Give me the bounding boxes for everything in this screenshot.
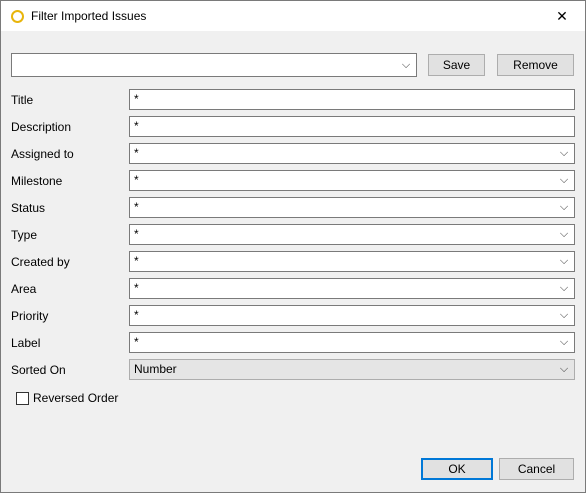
- filter-preset-select[interactable]: ⌵: [11, 53, 417, 77]
- remove-button[interactable]: Remove: [497, 54, 574, 76]
- created-by-value: *: [134, 254, 139, 268]
- area-value: *: [134, 281, 139, 295]
- title-value: *: [134, 92, 139, 106]
- reversed-order-label[interactable]: Reversed Order: [33, 391, 118, 405]
- chevron-down-icon: ⌵: [559, 228, 569, 240]
- cancel-button[interactable]: Cancel: [499, 458, 574, 480]
- area-select[interactable]: * ⌵: [129, 278, 575, 299]
- ok-button[interactable]: OK: [421, 458, 493, 480]
- type-label: Type: [11, 228, 38, 242]
- milestone-value: *: [134, 173, 139, 187]
- label-select[interactable]: * ⌵: [129, 332, 575, 353]
- window-title: Filter Imported Issues: [31, 9, 147, 23]
- chevron-down-icon: ⌵: [559, 255, 569, 267]
- created-by-label: Created by: [11, 255, 70, 269]
- save-button[interactable]: Save: [428, 54, 485, 76]
- app-ring-icon: [11, 10, 24, 23]
- filter-dialog: Filter Imported Issues ✕ ⌵ Save Remove T…: [0, 0, 586, 493]
- area-label: Area: [11, 282, 37, 296]
- chevron-down-icon: ⌵: [559, 174, 569, 186]
- close-icon[interactable]: ✕: [539, 1, 585, 31]
- chevron-down-icon: ⌵: [559, 201, 569, 213]
- status-select[interactable]: * ⌵: [129, 197, 575, 218]
- chevron-down-icon: ⌵: [559, 309, 569, 321]
- status-value: *: [134, 200, 139, 214]
- type-value: *: [134, 227, 139, 241]
- chevron-down-icon: ⌵: [401, 59, 411, 71]
- assigned-to-select[interactable]: * ⌵: [129, 143, 575, 164]
- assigned-to-label: Assigned to: [11, 147, 74, 161]
- chevron-down-icon: ⌵: [559, 282, 569, 294]
- title-label: Title: [11, 93, 34, 107]
- title-input[interactable]: *: [129, 89, 575, 110]
- label-field-label: Label: [11, 336, 41, 350]
- description-value: *: [134, 119, 139, 133]
- priority-select[interactable]: * ⌵: [129, 305, 575, 326]
- priority-value: *: [134, 308, 139, 322]
- status-label: Status: [11, 201, 46, 215]
- sorted-on-select[interactable]: Number ⌵: [129, 359, 575, 380]
- milestone-label: Milestone: [11, 174, 63, 188]
- priority-label: Priority: [11, 309, 49, 323]
- sorted-on-label: Sorted On: [11, 363, 66, 377]
- milestone-select[interactable]: * ⌵: [129, 170, 575, 191]
- chevron-down-icon: ⌵: [559, 363, 569, 375]
- type-select[interactable]: * ⌵: [129, 224, 575, 245]
- label-value: *: [134, 335, 139, 349]
- description-input[interactable]: *: [129, 116, 575, 137]
- description-label: Description: [11, 120, 72, 134]
- assigned-to-value: *: [134, 146, 139, 160]
- created-by-select[interactable]: * ⌵: [129, 251, 575, 272]
- chevron-down-icon: ⌵: [559, 147, 569, 159]
- chevron-down-icon: ⌵: [559, 336, 569, 348]
- reversed-order-checkbox[interactable]: [16, 392, 29, 405]
- sorted-on-value: Number: [134, 362, 177, 376]
- title-bar: Filter Imported Issues ✕: [1, 1, 585, 31]
